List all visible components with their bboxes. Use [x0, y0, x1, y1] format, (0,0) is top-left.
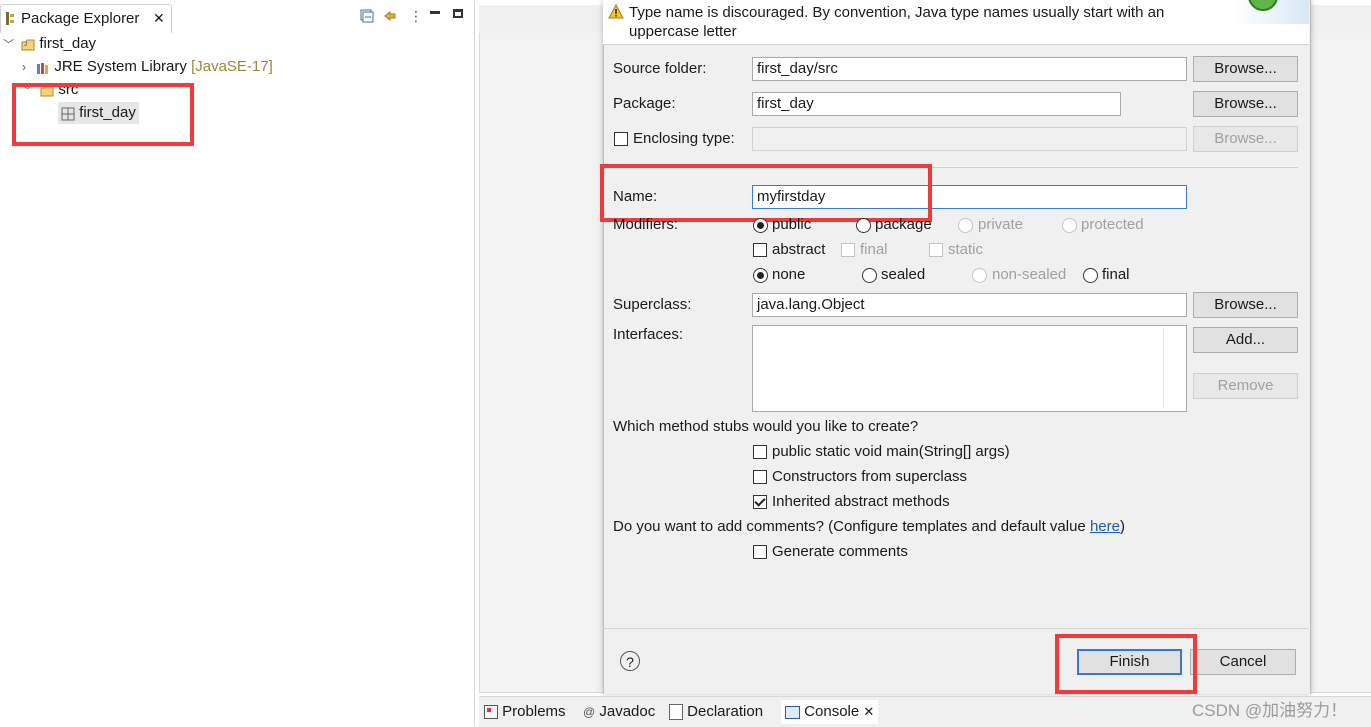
view-menu-icon[interactable]: ⋮ [409, 8, 423, 25]
browse-enclosing-button: Browse... [1193, 126, 1298, 152]
problems-icon [484, 705, 498, 720]
package-explorer-icon [5, 12, 15, 25]
close-icon[interactable]: ✕ [863, 704, 874, 719]
tab-console-label: Console [804, 703, 860, 720]
project-folder-icon: J [21, 37, 35, 51]
link-with-editor-icon[interactable] [383, 9, 399, 23]
watermark: CSDN @加油努力！ [1192, 701, 1348, 720]
help-icon[interactable]: ? [620, 651, 640, 671]
generate-comments-label: Generate comments [772, 543, 908, 560]
protected-label: protected [1081, 216, 1144, 233]
library-icon [36, 60, 50, 75]
highlight-box-name [600, 164, 932, 222]
browse-superclass-button[interactable]: Browse... [1193, 292, 1298, 318]
public-label: public [772, 216, 812, 233]
final-label: final [860, 241, 888, 258]
constructors-label: Constructors from superclass [772, 468, 968, 485]
tree-item-jre[interactable]: › JRE System Library [JavaSE-17] [22, 56, 273, 78]
stubs-question: Which method stubs would you like to cre… [613, 418, 919, 435]
private-radio [958, 218, 973, 233]
cancel-button[interactable]: Cancel [1190, 649, 1296, 675]
tab-javadoc-label: Javadoc [599, 703, 656, 720]
generate-comments-checkbox[interactable] [753, 545, 767, 559]
final-checkbox [841, 243, 855, 257]
inherited-methods-label: Inherited abstract methods [772, 493, 950, 510]
minimize-icon[interactable] [430, 11, 440, 14]
package-radio[interactable] [856, 218, 871, 233]
warning-icon [608, 3, 624, 19]
enclosing-type-label: Enclosing type: [633, 130, 735, 147]
final-radio[interactable] [1083, 268, 1098, 283]
tab-problems-label: Problems [502, 703, 566, 720]
declaration-icon [669, 704, 683, 721]
source-folder-input[interactable]: first_day/src [752, 57, 1187, 81]
tree-item-project[interactable]: ﹀ J first_day [3, 33, 96, 55]
modifiers-label: Modifiers: [613, 216, 679, 233]
highlight-box-finish [1055, 634, 1197, 694]
private-label: private [978, 216, 1024, 233]
package-modifier-label: package [875, 216, 932, 233]
chevron-down-icon: ﹀ [3, 39, 14, 51]
non-sealed-label: non-sealed [992, 266, 1067, 283]
source-folder-label: Source folder: [613, 60, 707, 77]
static-checkbox [929, 243, 943, 257]
configure-templates-link[interactable]: here [1090, 518, 1120, 535]
highlight-box-package [12, 83, 194, 146]
package-label-dialog: Package: [613, 95, 676, 112]
none-label: none [772, 266, 806, 283]
comments-question-row: Do you want to add comments? (Configure … [613, 518, 1125, 535]
svg-text:J: J [24, 42, 27, 48]
tab-console[interactable]: Console ✕ [781, 700, 879, 724]
interfaces-scrollbar-line [1163, 328, 1164, 408]
main-method-checkbox[interactable] [753, 445, 767, 459]
interfaces-list[interactable] [752, 325, 1187, 412]
dialog-message-area: Type name is discouraged. By convention,… [603, 0, 1309, 45]
package-input[interactable]: first_day [752, 92, 1121, 116]
non-sealed-radio [972, 268, 987, 283]
inherited-methods-checkbox[interactable] [753, 495, 767, 509]
maximize-icon[interactable] [453, 9, 463, 18]
project-label: first_day [39, 35, 97, 52]
jre-version: [JavaSE-17] [191, 58, 273, 75]
footer-separator [603, 628, 1309, 629]
tab-declaration-label: Declaration [687, 703, 764, 720]
package-explorer-title: Package Explorer [21, 10, 140, 27]
javadoc-icon: @ [583, 705, 596, 719]
main-method-label: public static void main(String[] args) [772, 443, 1010, 460]
add-interface-button[interactable]: Add... [1193, 327, 1298, 353]
console-icon [785, 705, 800, 719]
sealed-label: sealed [881, 266, 926, 283]
close-icon[interactable]: ✕ [153, 10, 165, 27]
chevron-right-icon: › [22, 60, 26, 74]
browse-package-button[interactable]: Browse... [1193, 91, 1298, 117]
superclass-input[interactable]: java.lang.Object [752, 293, 1187, 317]
jre-label: JRE System Library [54, 58, 187, 75]
none-radio[interactable] [753, 268, 768, 283]
collapse-all-icon[interactable] [360, 9, 374, 23]
tab-declaration[interactable]: Declaration [669, 700, 763, 724]
final-radio-label: final [1102, 266, 1130, 283]
abstract-label: abstract [772, 241, 826, 258]
browse-source-button[interactable]: Browse... [1193, 56, 1298, 82]
public-radio[interactable] [753, 218, 768, 233]
wizard-banner-icon [1235, 0, 1309, 24]
sealed-radio[interactable] [862, 268, 877, 283]
comments-question: Do you want to add comments? (Configure … [613, 518, 1090, 535]
interfaces-label: Interfaces: [613, 326, 684, 343]
comments-close-paren: ) [1119, 518, 1125, 535]
remove-interface-button: Remove [1193, 373, 1298, 399]
constructors-checkbox[interactable] [753, 470, 767, 484]
tab-javadoc[interactable]: @ Javadoc [583, 700, 655, 724]
package-explorer-panel: Package Explorer ✕ ⋮ ﹀ J first_day › JRE… [0, 0, 475, 726]
tab-problems[interactable]: Problems [484, 700, 566, 724]
enclosing-type-checkbox[interactable] [614, 132, 628, 146]
package-explorer-tab[interactable]: Package Explorer ✕ [0, 4, 172, 33]
abstract-checkbox[interactable] [753, 243, 767, 257]
warning-message: Type name is discouraged. By convention,… [629, 4, 1165, 40]
static-label: static [948, 241, 984, 258]
superclass-label: Superclass: [613, 296, 692, 313]
enclosing-type-input [752, 127, 1187, 151]
protected-radio [1062, 218, 1077, 233]
